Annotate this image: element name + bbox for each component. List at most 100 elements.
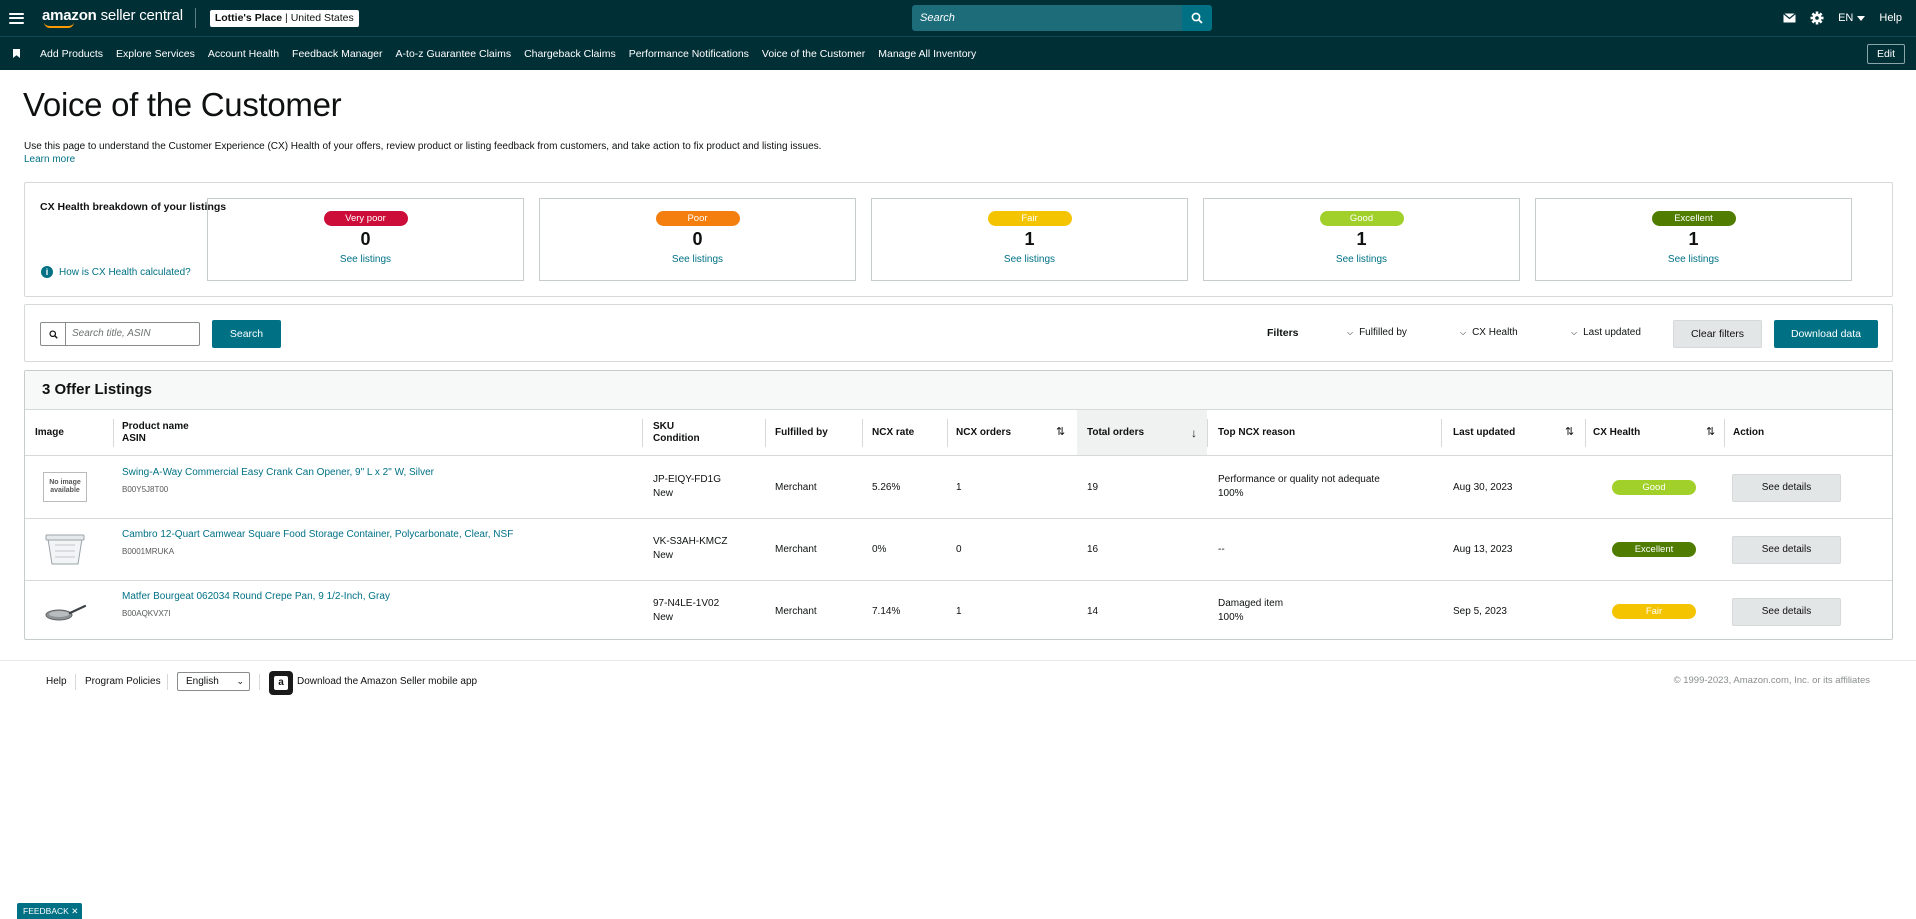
nav-item-a-to-z-guarantee-claims[interactable]: A-to-z Guarantee Claims bbox=[396, 48, 512, 60]
see-listings-link[interactable]: See listings bbox=[1536, 254, 1851, 265]
help-link[interactable]: Help bbox=[1879, 12, 1902, 24]
product-image[interactable]: No image available bbox=[43, 469, 87, 505]
sort-icon[interactable]: ⇅ bbox=[1056, 425, 1065, 438]
footer-language-select[interactable]: English ⌄ bbox=[177, 672, 250, 691]
last-updated: Aug 13, 2023 bbox=[1453, 544, 1513, 555]
condition: New bbox=[653, 488, 674, 499]
learn-more-link[interactable]: Learn more bbox=[24, 154, 75, 165]
health-badge: Excellent bbox=[1651, 211, 1736, 226]
chevron-down-icon: ⌄ bbox=[236, 676, 244, 686]
edit-shortcuts-button[interactable]: Edit bbox=[1867, 44, 1905, 64]
filter-fulfilled-by[interactable]: ⌵ Fulfilled by bbox=[1347, 327, 1407, 338]
see-listings-link[interactable]: See listings bbox=[1204, 254, 1519, 265]
sort-icon[interactable]: ⇅ bbox=[1565, 425, 1574, 438]
top-search[interactable]: Search bbox=[912, 5, 1212, 31]
top-ncx-reason-cell: -- bbox=[1218, 543, 1225, 557]
top-ncx-reason-pct: 100% bbox=[1218, 612, 1244, 623]
caret-down-icon bbox=[1857, 15, 1866, 21]
top-ncx-reason: -- bbox=[1218, 544, 1225, 555]
filter-panel: Search title, ASIN Search Filters ⌵ Fulfi… bbox=[24, 304, 1893, 362]
download-app-link[interactable]: Download the Amazon Seller mobile app bbox=[297, 676, 477, 687]
footer-help-link[interactable]: Help bbox=[46, 676, 67, 687]
total-orders: 19 bbox=[1087, 482, 1099, 493]
amazon-app-icon[interactable]: a bbox=[269, 671, 293, 695]
col-top-ncx-reason: Top NCX reason bbox=[1218, 426, 1296, 438]
total-orders: 16 bbox=[1087, 544, 1099, 555]
nav-item-manage-all-inventory[interactable]: Manage All Inventory bbox=[878, 48, 976, 60]
health-card-excellent: Excellent 1 See listings bbox=[1535, 198, 1852, 281]
nav-item-performance-notifications[interactable]: Performance Notifications bbox=[629, 48, 749, 60]
language-selector[interactable]: EN bbox=[1838, 12, 1866, 24]
filter-cx-health[interactable]: ⌵ CX Health bbox=[1460, 327, 1518, 338]
see-details-button[interactable]: See details bbox=[1732, 598, 1841, 626]
condition: New bbox=[653, 550, 674, 561]
nav-item-account-health[interactable]: Account Health bbox=[208, 48, 279, 60]
see-details-button[interactable]: See details bbox=[1732, 474, 1841, 502]
col-ncx-orders[interactable]: NCX orders bbox=[956, 410, 1011, 455]
sku-cell: 97-N4LE-1V02 New bbox=[653, 597, 719, 625]
condition: New bbox=[653, 612, 674, 623]
search-icon bbox=[1191, 12, 1203, 24]
product-image[interactable] bbox=[43, 593, 87, 629]
mail-icon[interactable] bbox=[1783, 13, 1796, 23]
top-ncx-reason-cell: Performance or quality not adequate 100% bbox=[1218, 473, 1380, 501]
see-listings-link[interactable]: See listings bbox=[208, 254, 523, 265]
product-name-link[interactable]: Cambro 12-Quart Camwear Square Food Stor… bbox=[122, 528, 632, 542]
ncx-orders: 1 bbox=[956, 482, 962, 493]
filter-last-updated[interactable]: ⌵ Last updated bbox=[1571, 327, 1641, 338]
listing-search-input[interactable]: Search title, ASIN bbox=[40, 322, 200, 346]
health-card-fair: Fair 1 See listings bbox=[871, 198, 1188, 281]
cx-health-panel: CX Health breakdown of your listings i H… bbox=[24, 182, 1893, 297]
col-last-updated[interactable]: Last updated bbox=[1453, 410, 1515, 455]
top-search-button[interactable] bbox=[1182, 5, 1212, 31]
download-data-button[interactable]: Download data bbox=[1774, 320, 1878, 348]
nav-item-add-products[interactable]: Add Products bbox=[40, 48, 103, 60]
seller-central-logo[interactable]: amazon seller central bbox=[42, 8, 183, 28]
col-total-orders[interactable]: Total orders ↓ bbox=[1077, 410, 1207, 455]
store-selector[interactable]: Lottie's Place | United States bbox=[209, 9, 359, 27]
nav-item-voice-of-the-customer[interactable]: Voice of the Customer bbox=[762, 48, 865, 60]
product-image[interactable] bbox=[43, 531, 87, 567]
bookmark-icon[interactable] bbox=[13, 49, 20, 58]
top-search-input[interactable]: Search bbox=[912, 5, 1182, 31]
top-bar: amazon seller central Lottie's Place | U… bbox=[0, 0, 1916, 36]
clear-filters-button[interactable]: Clear filters bbox=[1673, 320, 1762, 348]
nav-item-feedback-manager[interactable]: Feedback Manager bbox=[292, 48, 382, 60]
arrow-down-icon: ↓ bbox=[1191, 425, 1197, 440]
sort-icon[interactable]: ⇅ bbox=[1706, 425, 1715, 438]
chevron-down-icon: ⌵ bbox=[1571, 327, 1578, 337]
col-action: Action bbox=[1733, 426, 1765, 438]
page-title: Voice of the Customer bbox=[23, 86, 342, 123]
sku: JP-EIQY-FD1G bbox=[653, 474, 721, 485]
product-name-link[interactable]: Matfer Bourgeat 062034 Round Crepe Pan, … bbox=[122, 590, 632, 604]
nav-item-chargeback-claims[interactable]: Chargeback Claims bbox=[524, 48, 616, 60]
health-badge: Poor bbox=[655, 211, 740, 226]
nav-item-explore-services[interactable]: Explore Services bbox=[116, 48, 195, 60]
product-name-link[interactable]: Swing-A-Way Commercial Easy Crank Can Op… bbox=[122, 466, 632, 480]
feedback-tab[interactable]: FEEDBACK ✕ bbox=[17, 903, 82, 919]
see-listings-link[interactable]: See listings bbox=[872, 254, 1187, 265]
cx-health-info-link[interactable]: i How is CX Health calculated? bbox=[41, 266, 191, 278]
top-ncx-reason-pct: 100% bbox=[1218, 488, 1244, 499]
see-details-button[interactable]: See details bbox=[1732, 536, 1841, 564]
see-listings-link[interactable]: See listings bbox=[540, 254, 855, 265]
filters-label: Filters bbox=[1267, 327, 1299, 339]
health-card-good: Good 1 See listings bbox=[1203, 198, 1520, 281]
ncx-orders: 0 bbox=[956, 544, 962, 555]
col-product-name[interactable]: Product name ASIN bbox=[122, 410, 189, 455]
last-updated: Sep 5, 2023 bbox=[1453, 606, 1507, 617]
footer: Help Program Policies English ⌄ a Downloa… bbox=[0, 660, 1916, 700]
chevron-down-icon: ⌵ bbox=[1460, 327, 1467, 337]
health-count: 1 bbox=[1688, 229, 1699, 249]
col-fulfilled-by: Fulfilled by bbox=[775, 426, 828, 438]
gear-icon[interactable] bbox=[1810, 11, 1824, 25]
close-icon: ✕ bbox=[71, 906, 79, 916]
col-cx-health[interactable]: CX Health bbox=[1593, 410, 1640, 455]
top-ncx-reason-cell: Damaged item 100% bbox=[1218, 597, 1283, 625]
sku: VK-S3AH-KMCZ bbox=[653, 536, 728, 547]
search-button[interactable]: Search bbox=[212, 320, 281, 348]
health-card-poor: Poor 0 See listings bbox=[539, 198, 856, 281]
sku: 97-N4LE-1V02 bbox=[653, 598, 720, 609]
footer-program-policies-link[interactable]: Program Policies bbox=[85, 676, 161, 687]
hamburger-icon[interactable] bbox=[9, 12, 24, 24]
